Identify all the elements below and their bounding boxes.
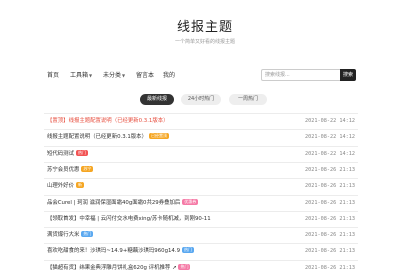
news-title-link[interactable]: 山理外好价新 — [47, 182, 84, 190]
tab-latest[interactable]: 最新线报 — [140, 94, 174, 105]
nav-item-label: 我的 — [163, 72, 176, 79]
news-title-text: 【猫超有货】纬果金典浮雕月饼礼盒620g 评机推荐 ↗ — [47, 264, 177, 271]
news-title-link[interactable]: 【领取首发】中幸福 | 云闪付交水电费xing/苏卡随机减，到刚90-11 — [47, 215, 211, 223]
news-title-text: 山理外好价 — [47, 183, 74, 190]
news-title-text: 【置顶】线报主题配置说明（已经更新0.3.1版本） — [47, 118, 169, 124]
news-timestamp: 2021-08-26 21:13 — [305, 215, 355, 222]
news-title-text: 线报主题配置说明（已经更新0.3.1版本） — [47, 134, 147, 141]
chevron-down-icon: ▼ — [89, 73, 93, 78]
news-badge: 已经置顶 — [148, 133, 169, 140]
nav-item-guestbook[interactable]: 留言本 — [136, 71, 154, 80]
site-header: 线报主题 一个简单又好看的线报主题 — [0, 0, 410, 62]
news-badge: 热门 — [182, 247, 194, 254]
news-badge: 新 — [75, 182, 84, 189]
site-subtitle: 一个简单又好看的线报主题 — [174, 39, 235, 45]
nav-item-label: 留言本 — [136, 72, 155, 79]
tab-24h-hot[interactable]: 24小时热门 — [181, 94, 221, 105]
news-badge: 热门 — [178, 263, 191, 270]
nav-item-label: 首页 — [47, 72, 60, 79]
news-title-link[interactable]: 品会Curel | 珂润 滋润保湿面霜40g面霜0共29券叠加后 优惠券 — [47, 198, 199, 207]
news-timestamp: 2021-08-22 14:12 — [305, 150, 355, 157]
news-timestamp: 2021-08-26 21:13 — [305, 166, 355, 173]
news-title-link[interactable]: 短代码测试 热门 — [47, 149, 88, 158]
chevron-down-icon: ▼ — [122, 73, 126, 78]
news-title-text: 喜欢吃甜食的来！沙琪玛~14.9+糖藕沙琪玛960g14.9 — [47, 248, 180, 255]
news-title-link[interactable]: 【置顶】线报主题配置说明（已经更新0.3.1版本） — [47, 117, 169, 125]
news-title-link[interactable]: 喜欢吃甜食的来！沙琪玛~14.9+糖藕沙琪玛960g14.9 热门 — [47, 247, 194, 255]
news-timestamp: 2021-08-26 21:13 — [305, 248, 355, 255]
news-badge: 热门 — [75, 149, 88, 156]
search-input[interactable] — [261, 69, 340, 81]
news-item[interactable]: 【猫超有货】纬果金典浮雕月饼礼盒620g 评机推荐 ↗ 热门 2021-08-26 … — [44, 261, 358, 275]
tab-bar: 最新线报 24小时热门 一周热门 — [0, 94, 410, 108]
nav-item-uncategorized[interactable]: 未分类▼ — [103, 71, 125, 80]
news-title-text: 满货爆行大米 — [47, 232, 80, 239]
news-title-text: 品会Curel | 珂润 滋润保湿面霜40g面霜0共29券叠加后 — [47, 199, 181, 206]
news-timestamp: 2021-08-26 21:13 — [305, 232, 355, 239]
nav-item-home[interactable]: 首页 — [47, 71, 59, 80]
search-button[interactable]: 搜索 — [340, 69, 356, 81]
nav-item-toolbox[interactable]: 工具箱▼ — [70, 71, 92, 80]
site-title: 线报主题 — [176, 20, 233, 35]
news-badge: 优惠券 — [182, 198, 199, 205]
news-title-text: 【领取首发】中幸福 | 云闪付交水电费xing/苏卡随机减，到刚90-11 — [47, 215, 211, 222]
nav-item-label: 未分类 — [103, 72, 122, 79]
news-timestamp: 2021-08-26 21:13 — [305, 183, 355, 190]
news-timestamp: 2021-08-26 21:13 — [305, 199, 355, 206]
news-title-link[interactable]: 苏宁会员优惠 苏宁 — [47, 165, 94, 174]
news-title-text: 苏宁会员优惠 — [47, 166, 80, 173]
news-title-link[interactable]: 【猫超有货】纬果金典浮雕月饼礼盒620g 评机推荐 ↗ 热门 — [47, 263, 191, 272]
news-badge: 苏宁 — [81, 165, 94, 172]
news-badge: 热门 — [81, 231, 94, 238]
news-title-link[interactable]: 满货爆行大米 热门 — [47, 231, 94, 239]
nav-item-label: 工具箱 — [70, 72, 89, 79]
tab-week-hot[interactable]: 一周热门 — [229, 94, 267, 105]
news-timestamp: 2021-08-26 21:13 — [305, 264, 355, 271]
news-title-text: 短代码测试 — [47, 150, 74, 157]
nav-item-mine[interactable]: 我的 — [163, 71, 175, 80]
news-timestamp: 2021-08-22 14:12 — [305, 134, 355, 141]
news-title-link[interactable]: 线报主题配置说明（已经更新0.3.1版本） 已经置顶 — [47, 133, 169, 141]
news-timestamp: 2021-08-22 14:12 — [305, 118, 355, 124]
